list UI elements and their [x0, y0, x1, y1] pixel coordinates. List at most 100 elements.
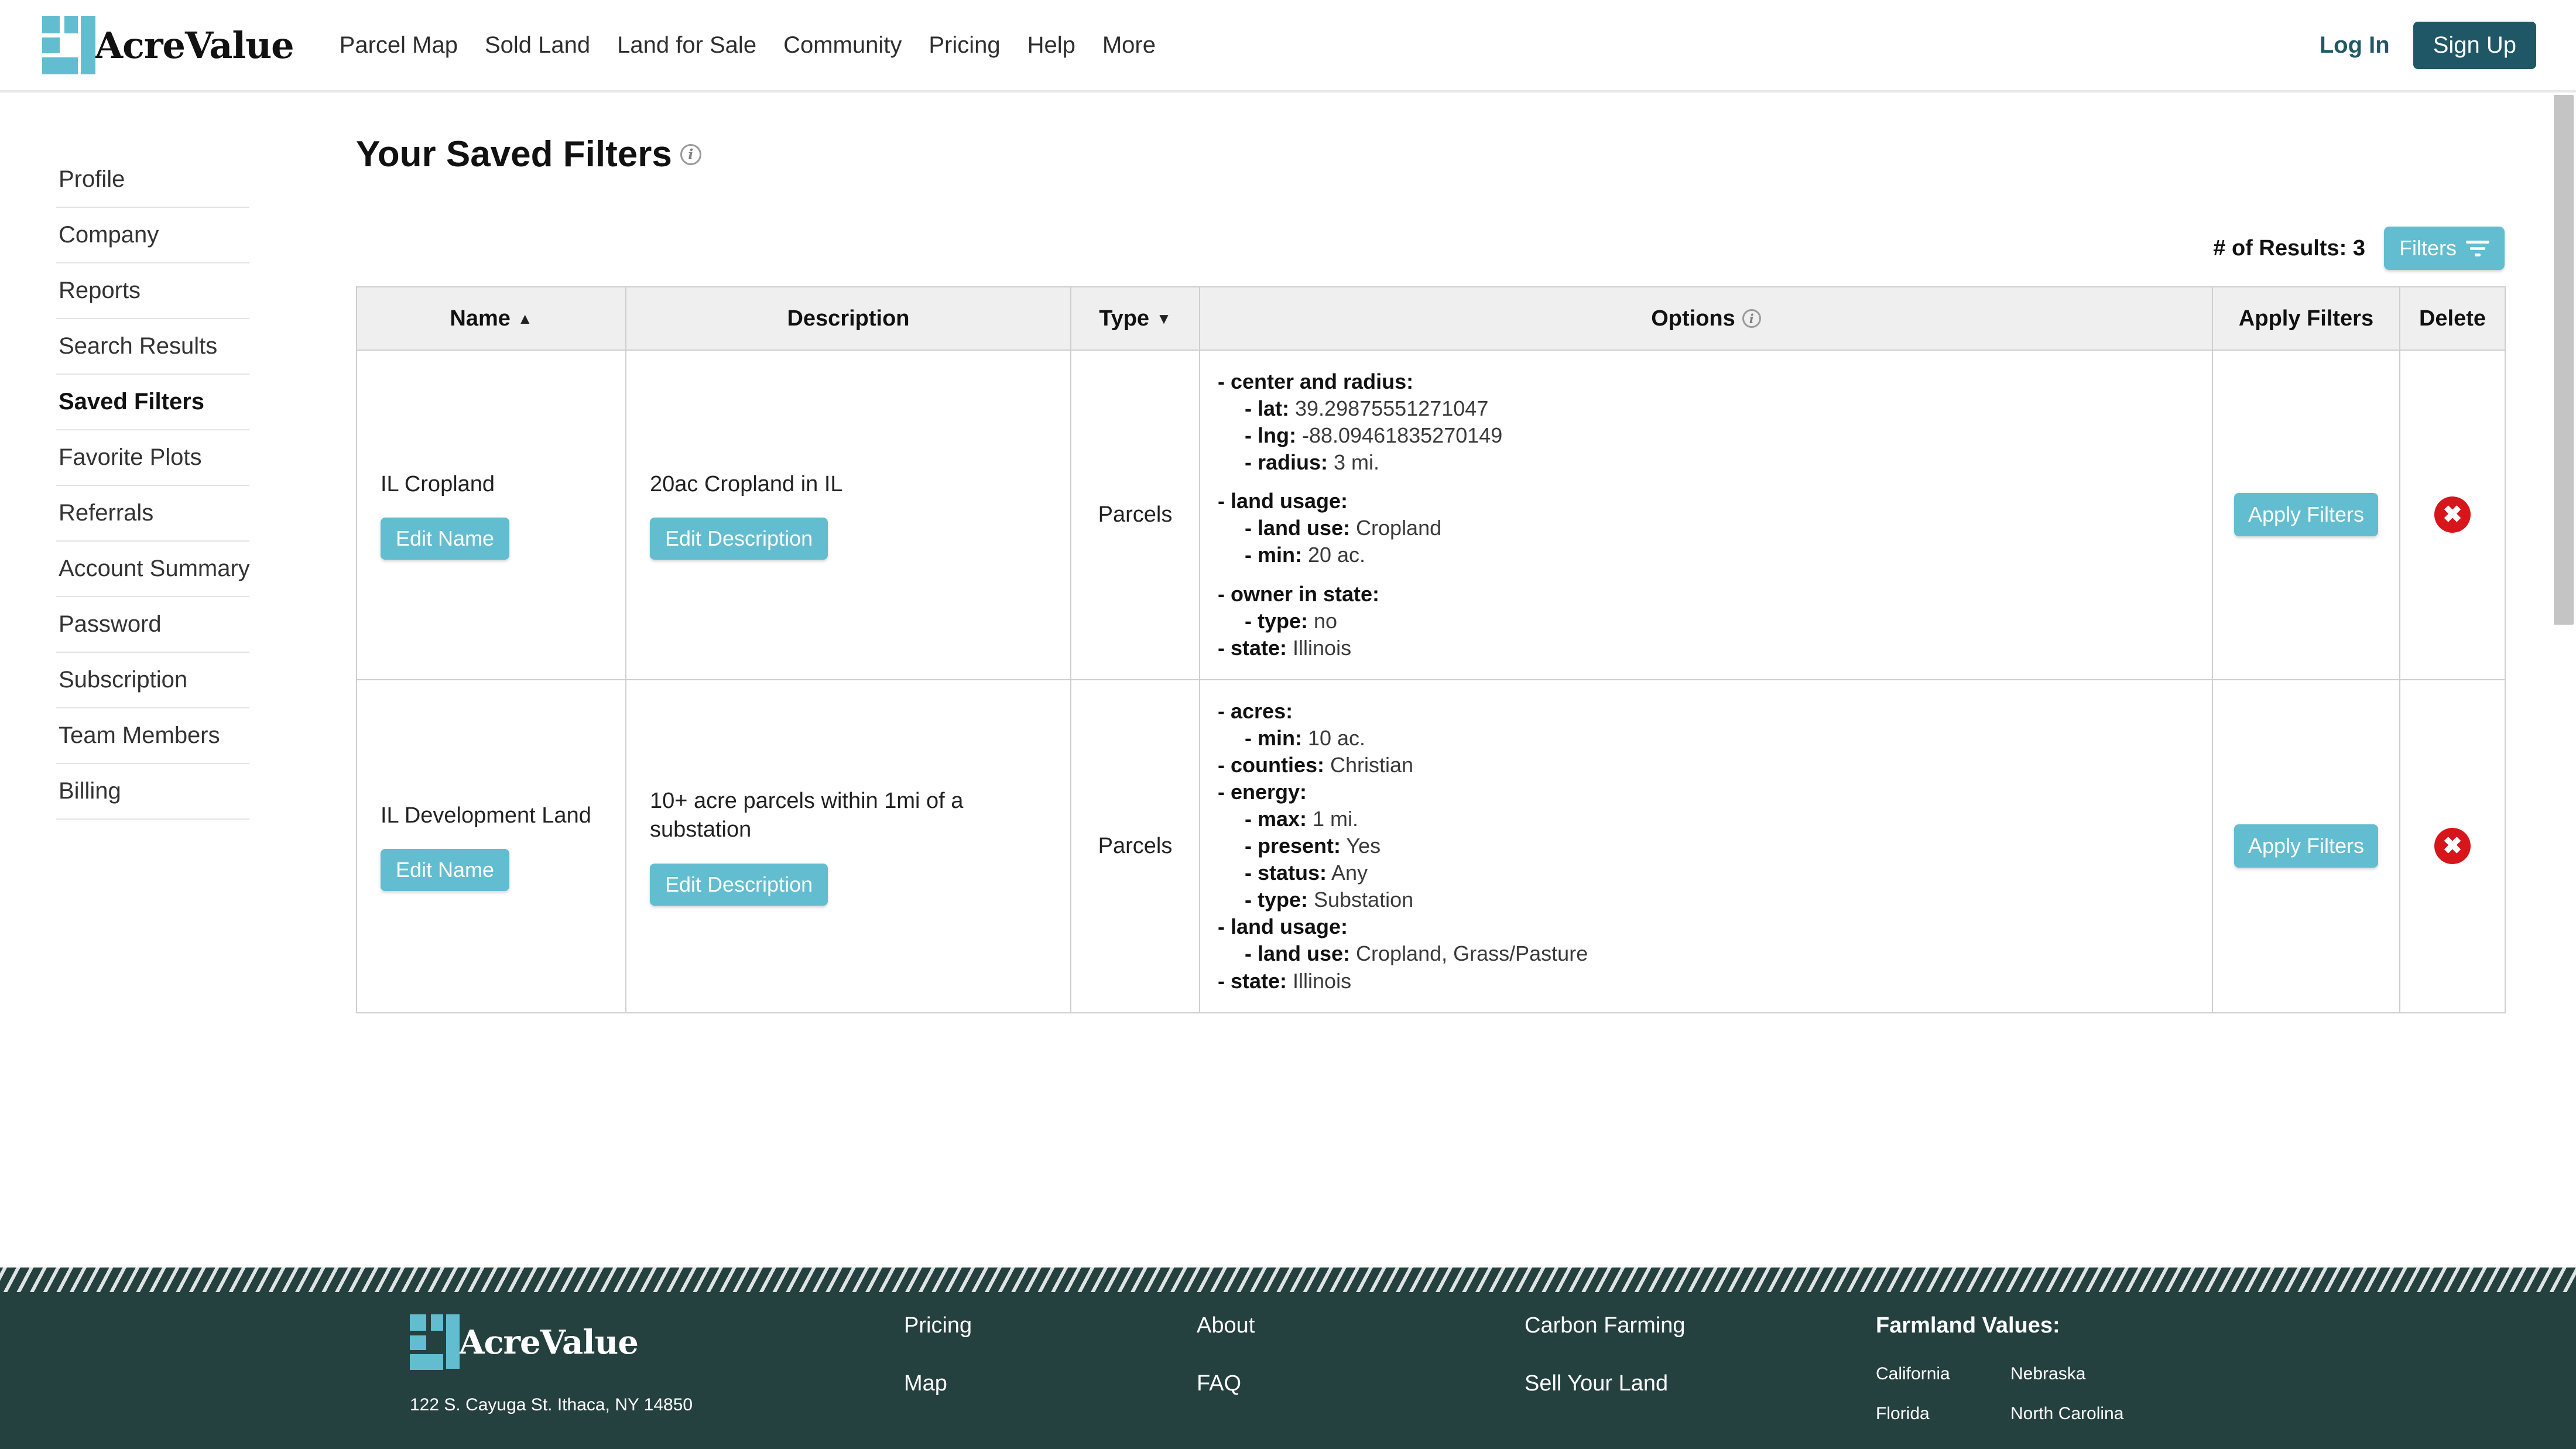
footer-logo[interactable]: AcreValue — [410, 1313, 855, 1372]
sidebar-item-billing[interactable]: Billing — [56, 764, 249, 820]
edit-description-button[interactable]: Edit Description — [650, 863, 828, 906]
nav-item-land-for-sale[interactable]: Land for Sale — [617, 32, 756, 59]
footer-link-about[interactable]: About — [1197, 1313, 1525, 1338]
sort-asc-icon: ▲ — [517, 310, 533, 327]
option-line: - energy: — [1218, 779, 2197, 806]
footer-link-north-carolina[interactable]: North Carolina — [2010, 1404, 2344, 1424]
footer-link-map[interactable]: Map — [904, 1371, 1197, 1396]
filter-name: IL Cropland — [381, 471, 495, 496]
log-in-link[interactable]: Log In — [2320, 32, 2390, 59]
sidebar-item-account-summary[interactable]: Account Summary — [56, 542, 250, 597]
filters-button-label: Filters — [2399, 236, 2457, 260]
column-header-type[interactable]: Type ▼ — [1070, 286, 1200, 351]
filter-description: 10+ acre parcels within 1mi of a substat… — [650, 788, 964, 842]
footer-link-california[interactable]: California — [1876, 1364, 2005, 1384]
nav-item-help[interactable]: Help — [1027, 32, 1075, 59]
option-line: - min: 10 ac. — [1218, 725, 2197, 752]
nav-item-pricing[interactable]: Pricing — [929, 32, 1000, 59]
filter-description: 20ac Cropland in IL — [650, 471, 843, 496]
footer-link-sell-your-land[interactable]: Sell Your Land — [1525, 1371, 1876, 1396]
footer-link-nebraska[interactable]: Nebraska — [2010, 1364, 2344, 1384]
nav-item-sold-land[interactable]: Sold Land — [485, 32, 590, 59]
option-key: - state: — [1218, 968, 1287, 993]
option-key: - radius: — [1245, 450, 1328, 475]
option-key: - type: — [1245, 608, 1308, 633]
column-header-description[interactable]: Description — [625, 286, 1071, 351]
main-content: Your Saved Filters i # of Results: 3 Fil… — [356, 133, 2506, 1013]
sidebar-item-referrals[interactable]: Referrals — [56, 486, 249, 542]
primary-nav: Parcel Map Sold Land Land for Sale Commu… — [340, 32, 1156, 59]
option-value: 1 mi. — [1307, 807, 1359, 831]
sidebar-item-subscription[interactable]: Subscription — [56, 653, 249, 708]
column-header-delete-label: Delete — [2419, 306, 2486, 331]
option-line: - type: Substation — [1218, 886, 2197, 913]
saved-filters-table: Name ▲ Description Type ▼ Options i Appl… — [356, 286, 2506, 1013]
apply-filters-button[interactable]: Apply Filters — [2234, 824, 2379, 868]
acrevalue-logo-icon — [410, 1313, 460, 1372]
edit-description-button[interactable]: Edit Description — [650, 518, 828, 560]
sidebar-item-profile[interactable]: Profile — [56, 152, 249, 208]
sort-desc-icon: ▼ — [1156, 310, 1171, 327]
footer-farmland-values: Farmland Values: California Nebraska Flo… — [1876, 1313, 2344, 1424]
option-line: - present: Yes — [1218, 833, 2197, 859]
edit-name-button[interactable]: Edit Name — [381, 518, 510, 560]
info-icon[interactable]: i — [680, 143, 701, 165]
sidebar-item-favorite-plots[interactable]: Favorite Plots — [56, 430, 249, 486]
column-header-options[interactable]: Options i — [1199, 286, 2213, 351]
farmland-values-title: Farmland Values: — [1876, 1313, 2060, 1338]
option-value: Cropland — [1350, 516, 1442, 540]
site-footer: AcreValue 122 S. Cayuga St. Ithaca, NY 1… — [0, 1268, 2576, 1449]
option-value: 20 ac. — [1301, 543, 1366, 567]
option-line: - owner in state: — [1218, 581, 2197, 608]
filters-button[interactable]: Filters — [2384, 227, 2505, 270]
footer-link-carbon-farming[interactable]: Carbon Farming — [1525, 1313, 1876, 1338]
footer-stripe-divider — [0, 1268, 2576, 1292]
option-key: - min: — [1245, 543, 1302, 567]
column-header-delete: Delete — [2399, 286, 2506, 351]
option-value: 39.29875551271047 — [1289, 396, 1489, 421]
option-key: - lng: — [1245, 423, 1296, 448]
option-line: - land use: Cropland — [1218, 515, 2197, 542]
page-scrollbar-thumb[interactable] — [2554, 95, 2574, 625]
cell-delete: ✖ — [2399, 679, 2506, 1013]
cell-type: Parcels — [1070, 350, 1200, 680]
edit-name-button[interactable]: Edit Name — [381, 848, 510, 891]
option-value: no — [1308, 608, 1338, 633]
column-header-options-label: Options — [1651, 306, 1735, 331]
option-key: - lat: — [1245, 396, 1289, 421]
sign-up-button[interactable]: Sign Up — [2413, 21, 2536, 69]
table-body: IL Cropland Edit Name 20ac Cropland in I… — [356, 350, 2506, 1013]
sidebar-item-reports[interactable]: Reports — [56, 263, 249, 319]
apply-filters-button[interactable]: Apply Filters — [2234, 493, 2379, 537]
column-header-name[interactable]: Name ▲ — [356, 286, 626, 351]
option-line: - type: no — [1218, 608, 2197, 635]
nav-item-more[interactable]: More — [1102, 32, 1156, 59]
nav-item-community[interactable]: Community — [783, 32, 902, 59]
option-value: 3 mi. — [1328, 450, 1380, 475]
option-key: - center and radius: — [1218, 369, 1414, 393]
sidebar-item-search-results[interactable]: Search Results — [56, 319, 249, 375]
footer-link-pricing[interactable]: Pricing — [904, 1313, 1197, 1338]
option-value: Yes — [1341, 834, 1381, 858]
sidebar-item-team-members[interactable]: Team Members — [56, 708, 249, 764]
footer-link-faq[interactable]: FAQ — [1197, 1371, 1525, 1396]
footer-column-product: Pricing Map — [904, 1313, 1197, 1424]
column-header-type-label: Type — [1099, 306, 1150, 331]
sidebar-item-saved-filters[interactable]: Saved Filters — [56, 375, 249, 430]
option-key: - energy: — [1218, 780, 1307, 804]
sidebar-item-company[interactable]: Company — [56, 208, 249, 263]
option-line: - lat: 39.29875551271047 — [1218, 395, 2197, 422]
delete-icon[interactable]: ✖ — [2434, 496, 2471, 533]
option-line: - min: 20 ac. — [1218, 542, 2197, 568]
table-row: IL Cropland Edit Name 20ac Cropland in I… — [356, 350, 2506, 680]
delete-icon[interactable]: ✖ — [2434, 828, 2471, 865]
site-header: AcreValue Parcel Map Sold Land Land for … — [0, 0, 2576, 93]
sidebar-item-password[interactable]: Password — [56, 597, 249, 653]
option-line: - radius: 3 mi. — [1218, 449, 2197, 476]
nav-item-parcel-map[interactable]: Parcel Map — [340, 32, 458, 59]
cell-description: 10+ acre parcels within 1mi of a substat… — [625, 679, 1071, 1013]
brand-logo[interactable]: AcreValue — [42, 13, 294, 77]
options-info-icon[interactable]: i — [1742, 309, 1761, 328]
page-title: Your Saved Filters — [356, 134, 672, 174]
footer-link-florida[interactable]: Florida — [1876, 1404, 2005, 1424]
